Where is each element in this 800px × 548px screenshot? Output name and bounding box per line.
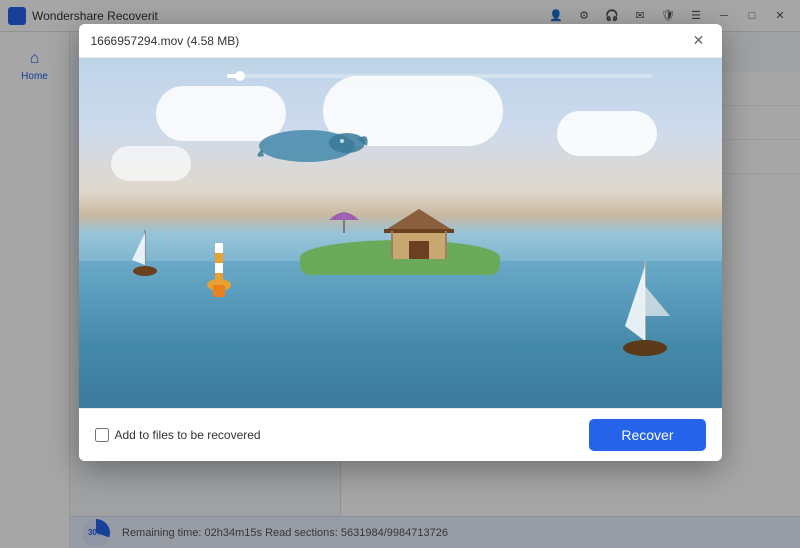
recover-button[interactable]: Recover — [589, 419, 705, 451]
buoy-lighthouse — [207, 243, 231, 303]
modal-titlebar: 1666957294.mov (4.58 MB) ✕ — [79, 24, 722, 58]
add-to-recover-checkbox[interactable] — [95, 428, 109, 442]
video-preview-area: ⏮ ⏸ ▶ 00:00:01 00:00:02 — [79, 58, 722, 408]
add-to-recover-label: Add to files to be recovered — [115, 428, 261, 442]
preview-modal: 1666957294.mov (4.58 MB) ✕ — [79, 24, 722, 461]
sailboat-right — [620, 256, 670, 356]
umbrella-image — [329, 205, 359, 233]
video-progress-bar[interactable] — [227, 74, 652, 78]
whale-image — [252, 121, 372, 166]
modal-footer: Add to files to be recovered Recover — [79, 408, 722, 461]
hut-building — [384, 209, 454, 254]
add-to-recover-checkbox-label[interactable]: Add to files to be recovered — [95, 428, 261, 442]
modal-close-button[interactable]: ✕ — [688, 30, 710, 52]
sailboat-left — [130, 225, 160, 275]
modal-title: 1666957294.mov (4.58 MB) — [91, 34, 688, 48]
modal-overlay: 1666957294.mov (4.58 MB) ✕ — [0, 0, 800, 548]
cloud-4 — [111, 146, 191, 181]
cloud-3 — [557, 111, 657, 156]
progress-knob[interactable] — [235, 71, 245, 81]
